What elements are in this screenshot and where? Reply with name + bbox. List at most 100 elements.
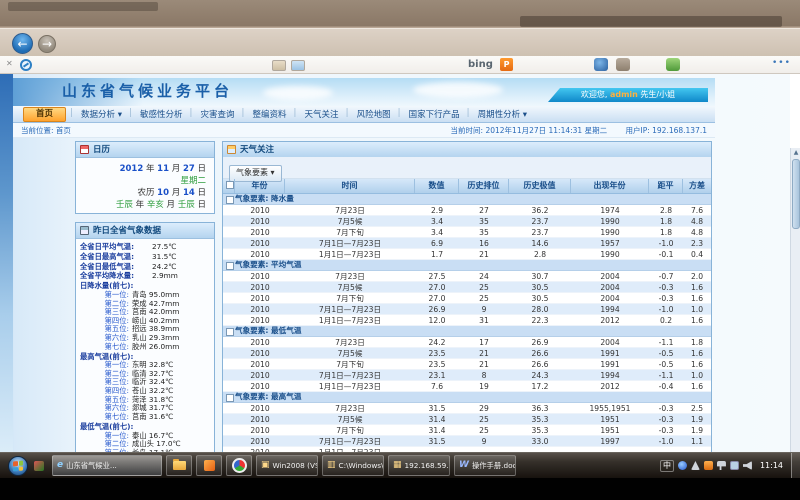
taskbar-button[interactable]: ▥C:\Windows\s... <box>322 455 384 476</box>
paw-addon-icon[interactable] <box>616 58 630 71</box>
browser-toolbar <box>0 56 800 74</box>
calendar-panel-header: 日历 <box>76 142 214 158</box>
nav-item-首页[interactable]: 首页 <box>23 107 66 122</box>
security-tray-icon[interactable] <box>704 461 713 470</box>
group-row[interactable]: 气象要素: 平均气温 <box>223 260 711 271</box>
group-row[interactable]: 气象要素: 最低气温 <box>223 326 711 337</box>
table-body: 气象要素: 降水量20107月23日2.92736.219742.87.6201… <box>223 194 711 455</box>
bing-badge-icon[interactable]: P <box>500 58 513 71</box>
ganzhi-date: 壬辰 年 辛亥 月 壬辰 日 <box>76 199 206 211</box>
puzzle-addon-icon[interactable] <box>666 58 680 71</box>
camera-addon-icon[interactable] <box>594 58 608 71</box>
column-header-历史极值[interactable]: 历史极值 <box>509 179 571 193</box>
welcome-prefix: 欢迎您, <box>581 90 608 99</box>
back-button[interactable]: ← <box>12 33 33 54</box>
toolbar-close-icon[interactable]: ✕ <box>6 59 13 68</box>
explorer-taskbar-button[interactable] <box>166 455 192 476</box>
nav-item-敏感性分析[interactable]: 敏感性分析 <box>131 108 192 120</box>
background-window-fragment <box>8 2 158 11</box>
table-row: 20107月5候31.42535.31951-0.31.9 <box>223 414 711 425</box>
table-row: 20107月23日31.52936.31955,1951-0.32.5 <box>223 403 711 414</box>
group-checkbox[interactable] <box>226 196 234 204</box>
taskbar-button[interactable]: ▦192.168.59.99... <box>388 455 450 476</box>
volume-icon[interactable] <box>743 461 752 470</box>
browser2-taskbar-button[interactable] <box>226 455 252 476</box>
weather-rank-item: 第七位:莒南 31.6℃ <box>80 413 210 422</box>
taskbar-clock[interactable]: 11:14 <box>760 461 783 470</box>
folder-icon <box>173 461 186 470</box>
task-buttons: e山东省气候业... <box>52 455 166 476</box>
pinned-app-icon[interactable] <box>34 461 44 471</box>
group-row[interactable]: 气象要素: 最高气温 <box>223 392 711 403</box>
column-header-时间[interactable]: 时间 <box>285 179 415 193</box>
compass-icon[interactable] <box>20 59 32 71</box>
status-line: 当前位置: 首页 当前时间: 2012年11月27日 11:14:31 星期二 … <box>13 123 715 138</box>
browser-viewport: 山东省气候业务平台 欢迎您, admin 先生/小姐 首页数据分析 ▾敏感性分析… <box>0 74 800 455</box>
group-checkbox[interactable] <box>226 328 234 336</box>
card-icon[interactable] <box>272 60 286 71</box>
yesterday-weather-panel: 昨日全省气象数据 全省日平均气温:27.5℃全省日最高气温:31.5℃全省日最低… <box>75 222 215 455</box>
table-row: 20107月1日—7月23日6.91614.61957-1.02.3 <box>223 238 711 249</box>
webpage: 山东省气候业务平台 欢迎您, admin 先生/小姐 首页数据分析 ▾敏感性分析… <box>0 74 790 455</box>
group-checkbox[interactable] <box>226 394 234 402</box>
group-checkbox[interactable] <box>226 262 234 270</box>
taskbar-button[interactable]: ▣Win2008 (VS2... <box>256 455 318 476</box>
column-header-年份[interactable]: 年份 <box>235 179 285 193</box>
forward-button[interactable]: → <box>38 35 56 53</box>
more-options-dots[interactable]: ••• <box>772 58 791 68</box>
tray-app-icon[interactable] <box>678 461 687 470</box>
table-row: 20107月23日27.52430.72004-0.72.0 <box>223 271 711 282</box>
nav-item-数据分析[interactable]: 数据分析 ▾ <box>72 108 131 120</box>
flag-action-center-icon[interactable] <box>717 461 726 470</box>
nav-item-国家下行产品[interactable]: 国家下行产品 <box>400 108 469 120</box>
column-header-距平[interactable]: 距平 <box>649 179 683 193</box>
mail-icon[interactable] <box>291 60 305 71</box>
taskbar-button[interactable]: W操作手册.docx .. <box>454 455 516 476</box>
welcome-username: admin <box>610 90 638 99</box>
weather-focus-icon <box>227 145 236 154</box>
ime-indicator[interactable]: 中 <box>660 460 674 472</box>
select-all-checkbox[interactable] <box>226 181 234 189</box>
show-hidden-icons[interactable] <box>691 461 700 470</box>
windows-flag-icon <box>13 460 23 471</box>
column-header-历史排位[interactable]: 历史排位 <box>459 179 509 193</box>
nav-item-整编资料[interactable]: 整编资料 <box>244 108 296 120</box>
weather-panel-body: 全省日平均气温:27.5℃全省日最高气温:31.5℃全省日最低气温:24.2℃全… <box>76 239 214 455</box>
column-header-出现年份[interactable]: 出现年份 <box>571 179 649 193</box>
column-header-数值[interactable]: 数值 <box>415 179 459 193</box>
table-row: 20107月23日2.92736.219742.87.6 <box>223 205 711 216</box>
scroll-up-arrow[interactable]: ▲ <box>791 148 800 158</box>
network-icon[interactable] <box>730 461 739 470</box>
cloud-decoration <box>413 82 503 98</box>
weather-rank-item: 第七位:胶州 26.0mm <box>80 343 210 352</box>
table-row: 20107月1日—7月23日23.1824.31994-1.11.0 <box>223 370 711 381</box>
table-row: 20101月1日—7月23日1.7212.81990-0.10.4 <box>223 249 711 260</box>
app-icon: ▣ <box>261 456 270 475</box>
nav-item-风险地图[interactable]: 风险地图 <box>348 108 400 120</box>
show-desktop-button[interactable] <box>791 453 800 479</box>
header-gutter <box>223 179 235 193</box>
page-title: 山东省气候业务平台 <box>62 80 233 101</box>
table-row: 20101月1日—7月23日12.03122.320120.21.6 <box>223 315 711 326</box>
weather-stat: 全省平均降水量:2.9mm <box>80 272 210 281</box>
weekday: 星期二 <box>76 175 206 187</box>
weather-stat: 全省日最低气温:24.2℃ <box>80 263 210 272</box>
color-wheel-icon <box>232 458 247 473</box>
weather-focus-panel: 天气关注 气象要素 ▾ 年份时间数值历史排位历史极值出现年份距平方差 气象要素:… <box>222 141 712 455</box>
table-row: 20107月5候3.43523.719901.84.8 <box>223 216 711 227</box>
group-row[interactable]: 气象要素: 降水量 <box>223 194 711 205</box>
document-icon <box>80 226 89 235</box>
calendar-panel: 日历 2012 年 11 月 27 日 星期二 农历 10 月 14 日 <box>75 141 215 214</box>
orange-app-icon <box>204 460 215 471</box>
column-header-方差[interactable]: 方差 <box>683 179 711 193</box>
nav-item-天气关注[interactable]: 天气关注 <box>296 108 348 120</box>
scrollbar-thumb[interactable] <box>792 159 800 229</box>
nav-item-周期性分析[interactable]: 周期性分析 ▾ <box>469 108 536 120</box>
taskbar-button[interactable]: e山东省气候业... <box>52 455 162 476</box>
nav-item-灾害查询[interactable]: 灾害查询 <box>192 108 244 120</box>
start-button[interactable] <box>8 456 28 476</box>
media-taskbar-button[interactable] <box>196 455 222 476</box>
bing-logo[interactable]: bing <box>468 59 493 70</box>
task-buttons-text: ▣Win2008 (VS2...▥C:\Windows\s...▦192.168… <box>256 455 520 476</box>
vertical-scrollbar[interactable]: ▲ ▼ <box>790 148 800 455</box>
